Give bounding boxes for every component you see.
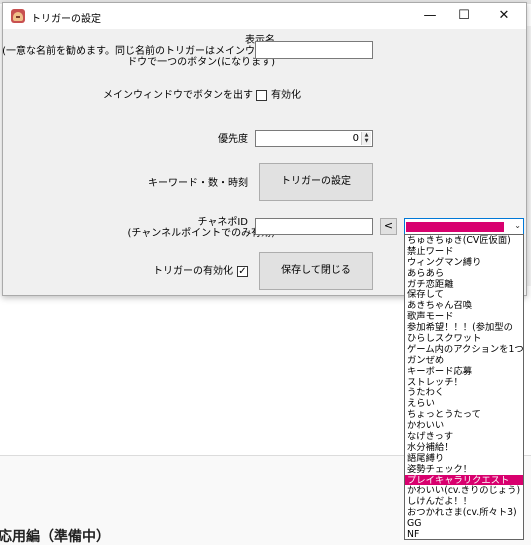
main-window-checkbox[interactable] [256, 90, 267, 101]
display-name-note-1: (一意な名前を勧めます。同じ名前のトリガーはメインウィン [2, 46, 275, 57]
dropdown-item[interactable]: NF [405, 529, 523, 540]
dropdown-item[interactable]: ゲーム内のアクションを1つ禁止 [405, 344, 523, 355]
dropdown-item[interactable]: 歌声モード [405, 311, 523, 322]
main-window-button-label: メインウィンドウでボタンを出す [103, 90, 253, 101]
trigger-settings-button[interactable]: トリガーの設定 [259, 163, 373, 201]
priority-spinner[interactable]: ▲ ▼ [361, 132, 371, 145]
dropdown-item[interactable]: かわいい [405, 420, 523, 431]
dropdown-item[interactable]: ひらしスクワット [405, 333, 523, 344]
dropdown-item[interactable]: あきちゃん召喚 [405, 300, 523, 311]
dropdown-item[interactable]: ガンぜめ [405, 355, 523, 366]
combobox-selected-highlight [406, 222, 504, 232]
minimize-button[interactable]: — [413, 3, 447, 29]
window-title: トリガーの設定 [31, 10, 101, 25]
channel-id-input[interactable] [255, 218, 373, 235]
background-heading: 応用編（準備中） [0, 526, 110, 546]
priority-label: 優先度 [218, 134, 248, 145]
dropdown-item[interactable]: ちゅきちゅき(CV匠仮面) [405, 235, 523, 246]
dropdown-item[interactable]: ちょっとうたって [405, 409, 523, 420]
display-name-note-2: ドウで一つのボタン(になります) [127, 57, 275, 68]
channel-reward-combobox[interactable]: ⌄ [404, 218, 524, 235]
main-window-checkbox-label[interactable]: 有効化 [271, 90, 301, 101]
dropdown-item[interactable]: 姿勢チェック！ [405, 464, 523, 475]
dropdown-item[interactable]: あらあら [405, 268, 523, 279]
dropdown-item[interactable]: なげきっす [405, 431, 523, 442]
dropdown-item[interactable]: えらい [405, 398, 523, 409]
keyword-label: キーワード・数・時刻 [148, 178, 248, 189]
trigger-enable-checkbox[interactable]: ✓ [237, 266, 248, 277]
channel-prev-button[interactable]: < [380, 218, 397, 235]
dropdown-item[interactable]: 語尾縛り [405, 453, 523, 464]
dropdown-item[interactable]: 保存して [405, 289, 523, 300]
spin-down-icon[interactable]: ▼ [362, 138, 371, 144]
trigger-enable-label: トリガーの有効化 [153, 266, 233, 277]
maximize-button[interactable]: ☐ [447, 3, 481, 29]
priority-value: 0 [353, 133, 359, 144]
dropdown-item[interactable]: 水分補給！ [405, 442, 523, 453]
dropdown-item[interactable]: かわいい(cv.きりのじょう) [405, 485, 523, 496]
check-icon: ✓ [238, 266, 246, 277]
dropdown-item[interactable]: プレイキャラリクエスト [405, 475, 523, 486]
dropdown-item[interactable]: ウィングマン縛り [405, 257, 523, 268]
title-bar[interactable]: トリガーの設定 — ☐ ✕ [3, 3, 526, 29]
channel-id-label: チャネポID [197, 217, 248, 228]
dropdown-item[interactable]: ガチ恋距離 [405, 279, 523, 290]
close-button[interactable]: ✕ [487, 3, 521, 29]
dropdown-item[interactable]: キーボード応募 [405, 366, 523, 377]
channel-reward-dropdown-list[interactable]: ちゅきちゅき(CV匠仮面)禁止ワードウィングマン縛りあらあらガチ恋距離保存してあ… [404, 234, 524, 540]
display-name-input[interactable] [255, 41, 373, 59]
dropdown-item[interactable]: 禁止ワード [405, 246, 523, 257]
dropdown-item[interactable]: 参加希望！！！(参加型の [405, 322, 523, 333]
dropdown-item[interactable]: GG [405, 518, 523, 529]
channel-id-note: (チャンネルポイントでのみ有効) [127, 228, 275, 239]
app-avatar-icon [11, 9, 25, 23]
save-and-close-button[interactable]: 保存して閉じる [259, 252, 373, 290]
dropdown-item[interactable]: おつかれさま(cv.所々ト3) [405, 507, 523, 518]
priority-stepper[interactable]: 0 ▲ ▼ [255, 130, 373, 147]
chevron-down-icon[interactable]: ⌄ [514, 221, 521, 230]
dropdown-item[interactable]: うたわく [405, 387, 523, 398]
dropdown-item[interactable]: しけんだよ！！ [405, 496, 523, 507]
dropdown-item[interactable]: ストレッチ！ [405, 377, 523, 388]
